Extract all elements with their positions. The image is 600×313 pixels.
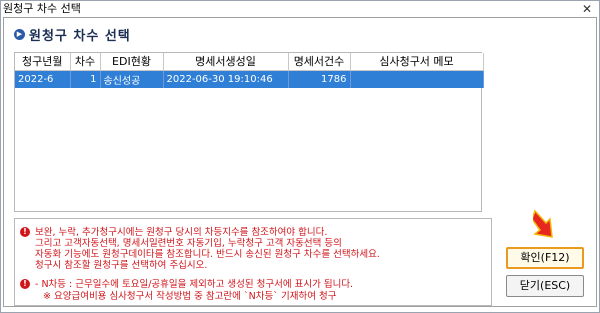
column-header[interactable]: 차수 (70, 53, 101, 71)
cell-edi-status: 송신성공 (100, 70, 164, 88)
cell-memo (350, 70, 484, 88)
claim-table[interactable]: 청구년월 차수 EDI현황 명세서생성일 명세서건수 심사청구서 메모 2022… (14, 52, 484, 212)
cell-round: 1 (70, 70, 101, 88)
cell-claim-month: 2022-6 (15, 70, 71, 88)
warning-icon: ! (20, 279, 30, 289)
title-bar: 원청구 차수 선택 ✕ (1, 1, 599, 17)
column-header[interactable]: 심사청구서 메모 (350, 53, 484, 71)
notes-panel: ! 보완, 누락, 추가청구시에는 원청구 당시의 차등지수를 참조하여야 합니… (14, 218, 492, 306)
close-window-button[interactable]: ✕ (579, 2, 595, 16)
close-button[interactable]: 닫기(ESC) (506, 275, 584, 297)
note-line: 자동화 기능에도 원청구데이타를 참조합니다. 반드시 송신된 원청구 차수를 … (35, 249, 380, 260)
pointer-arrow-icon (533, 209, 553, 238)
table-header-row: 청구년월 차수 EDI현황 명세서생성일 명세서건수 심사청구서 메모 (15, 53, 484, 71)
note-line: - N차등 : 근무일수에 토요일/공휴일을 제외하고 생성된 청구서에 표시가… (35, 279, 354, 290)
confirm-button[interactable]: 확인(F12) (506, 247, 584, 269)
warning-icon: ! (20, 227, 30, 237)
window-title: 원청구 차수 선택 (3, 2, 81, 15)
bullet-icon: ▶ (14, 28, 25, 40)
cell-created-date: 2022-06-30 19:10:46 (163, 70, 289, 88)
cell-count: 1786 (288, 70, 351, 88)
note-line: 그리고 고객자동선택, 명세서일련번호 자동기입, 누락청구 고객 자동선택 등… (35, 238, 342, 249)
table-row[interactable]: 2022-6 1 송신성공 2022-06-30 19:10:46 1786 (15, 70, 484, 88)
dialog-window: 원청구 차수 선택 ✕ ▶ 원청구 차수 선택 청구년월 차수 EDI현황 명세… (0, 0, 600, 313)
column-header[interactable]: EDI현황 (100, 53, 164, 71)
note-line: 청구시 참조할 원청구를 선택하여 주십시오. (35, 260, 208, 271)
section-header: ▶ 원청구 차수 선택 (14, 25, 131, 44)
column-header[interactable]: 청구년월 (15, 53, 71, 71)
section-title: 원청구 차수 선택 (29, 28, 131, 44)
note-line: ※ 요양급여비용 심사청구서 작성방법 중 참고란에 `N차등` 기재하여 청구 (43, 291, 337, 302)
note-line: 보완, 누락, 추가청구시에는 원청구 당시의 차등지수를 참조하여야 합니다. (35, 227, 328, 238)
column-header[interactable]: 명세서건수 (288, 53, 351, 71)
column-header[interactable]: 명세서생성일 (163, 53, 289, 71)
